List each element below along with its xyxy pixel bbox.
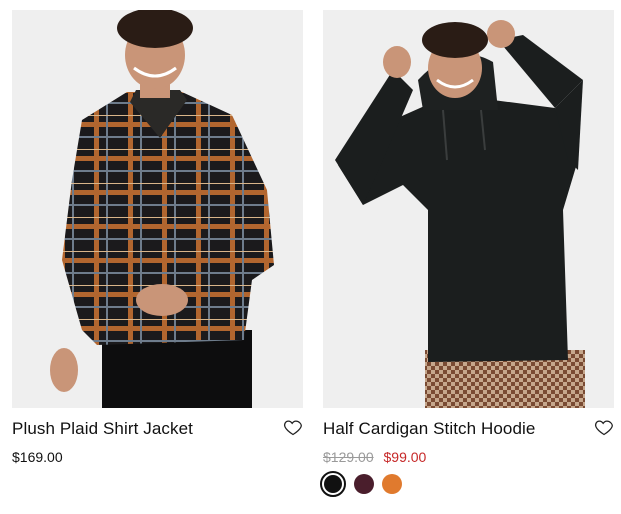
swatch-orange[interactable]	[382, 474, 402, 494]
color-swatches	[320, 471, 402, 497]
heart-outline-icon[interactable]	[594, 417, 614, 437]
product-title[interactable]: Plush Plaid Shirt Jacket	[12, 418, 303, 440]
product-image-hoodie[interactable]	[323, 10, 614, 408]
product-image-plaid-jacket[interactable]	[12, 10, 303, 408]
original-price: $129.00	[323, 449, 374, 465]
product-title[interactable]: Half Cardigan Stitch Hoodie	[323, 418, 614, 440]
swatch-burgundy[interactable]	[354, 474, 374, 494]
product-price: $169.00	[12, 449, 63, 465]
product-card-hoodie[interactable]: Half Cardigan Stitch Hoodie $129.00 $99.…	[323, 10, 614, 467]
product-card-plaid-jacket[interactable]: Plush Plaid Shirt Jacket $169.00	[12, 10, 303, 467]
sale-price: $99.00	[383, 449, 427, 465]
swatch-black[interactable]	[320, 471, 346, 497]
heart-outline-icon[interactable]	[283, 417, 303, 437]
